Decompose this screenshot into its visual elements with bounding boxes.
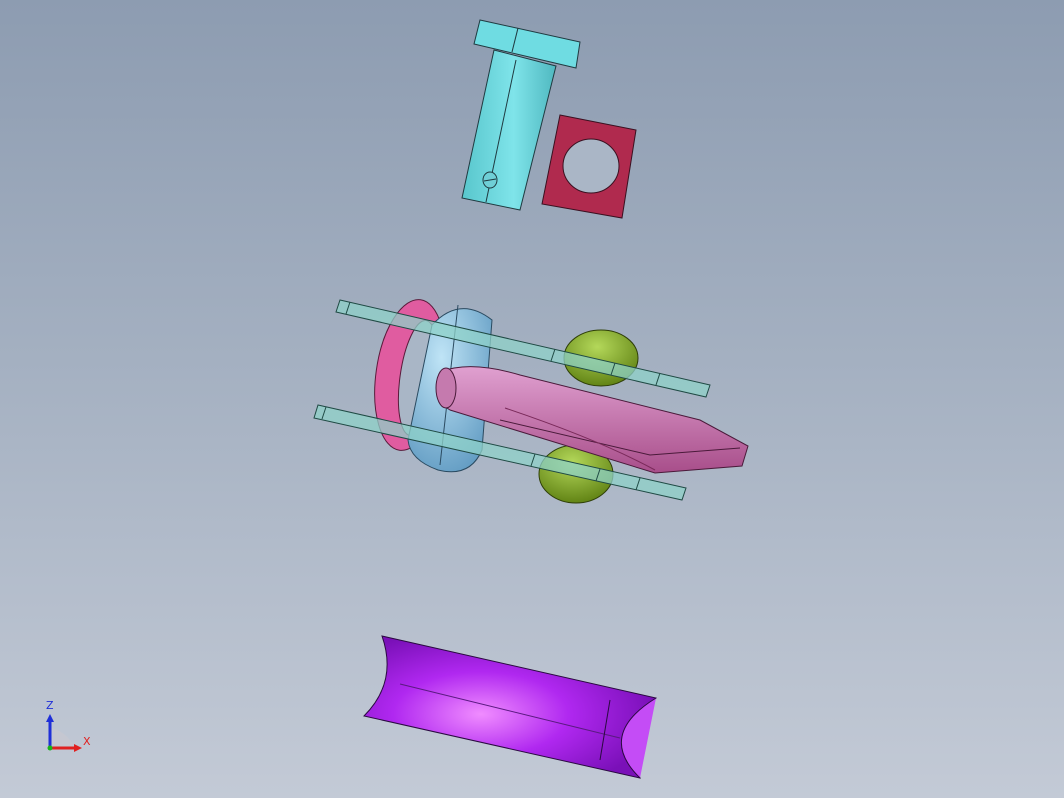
square-washer[interactable] — [541, 114, 637, 219]
triad-origin — [47, 745, 53, 751]
saddle-sleeve[interactable] — [363, 635, 657, 779]
x-axis-arrowhead — [74, 744, 82, 752]
x-axis-label: X — [83, 735, 91, 748]
cad-viewport[interactable]: Z X — [0, 0, 1064, 798]
z-axis-arrowhead — [46, 714, 54, 722]
model-scene[interactable] — [0, 0, 1064, 798]
orientation-triad — [46, 714, 82, 752]
z-axis-label: Z — [46, 699, 54, 712]
